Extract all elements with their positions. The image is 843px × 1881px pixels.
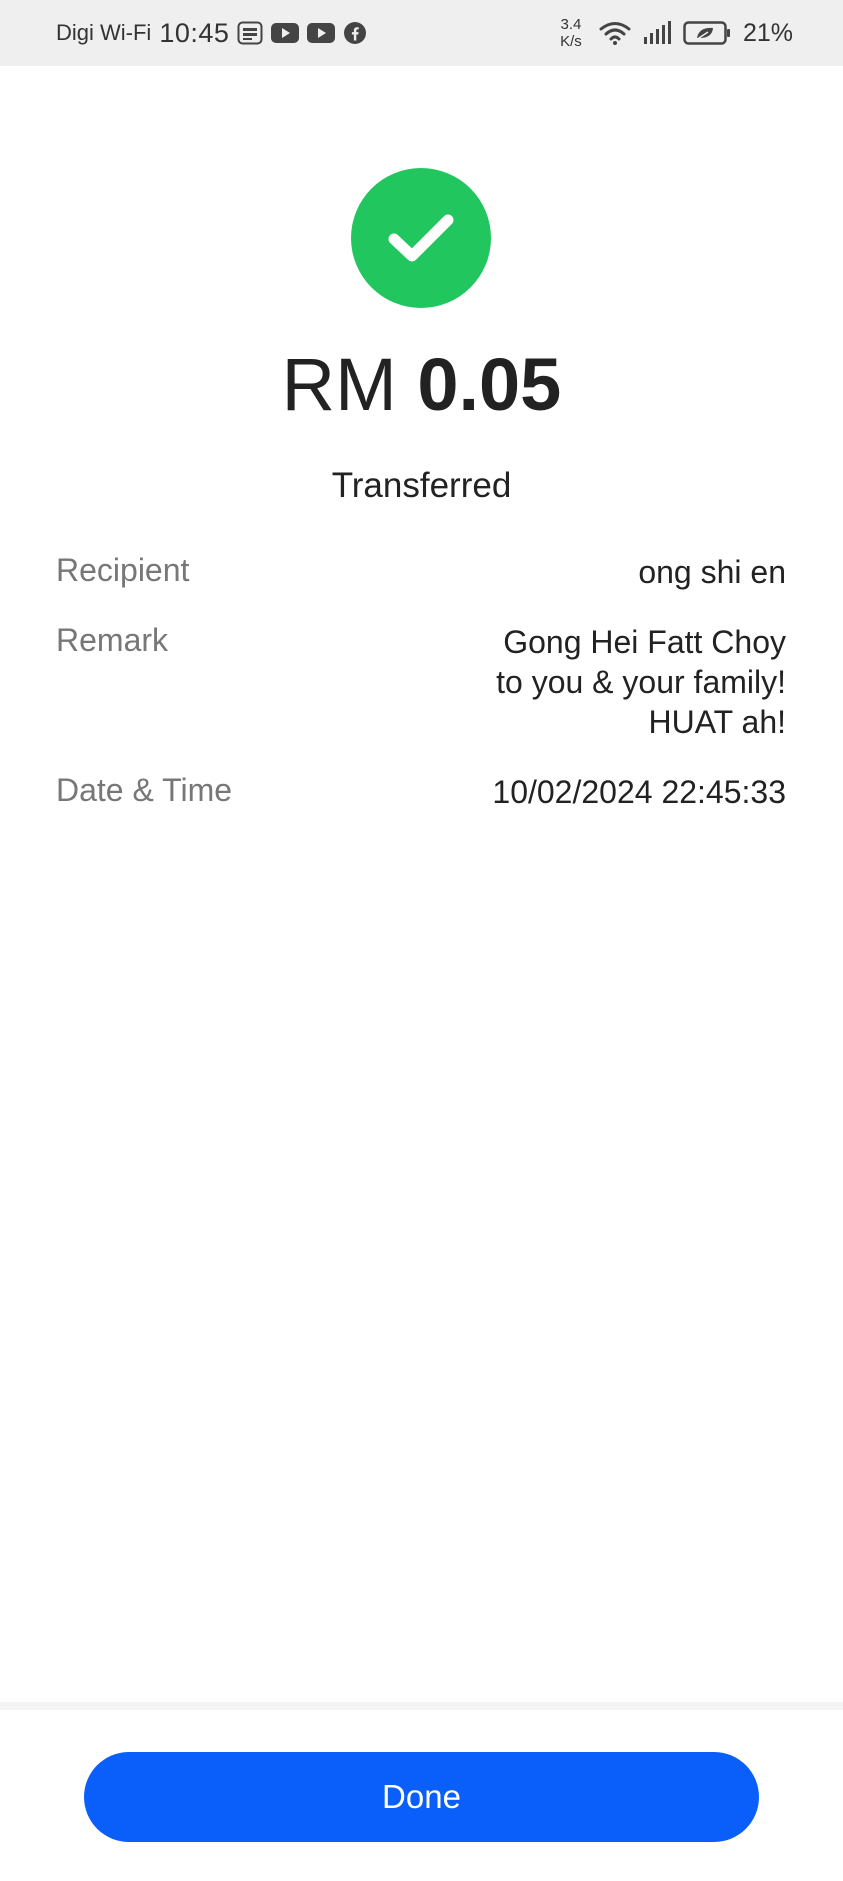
recipient-value: ong shi en [638,554,786,590]
recipient-row: Recipient ong shi en [56,552,786,592]
done-button[interactable]: Done [84,1752,759,1842]
battery-percentage: 21% [742,18,793,47]
status-bar-right: 3.4 K/s 21% [555,0,793,66]
status-bar: Digi Wi-Fi 10:45 3.4 K/s 21% [0,0,843,66]
clock: 10:45 [159,17,230,48]
recipient-label: Recipient [56,552,190,588]
status-bar-left: Digi Wi-Fi 10:45 [56,0,367,66]
touch-n-go-icon [237,20,263,46]
network-speed: 3.4 K/s [555,16,587,50]
wifi-icon [599,20,631,46]
datetime-label: Date & Time [56,772,233,808]
success-check-badge [351,168,491,308]
transfer-amount: RM 0.05 [0,340,843,430]
remark-row: Remark Gong Hei Fatt Choy to you & your … [56,622,786,742]
checkmark-icon [388,214,454,262]
currency-label: RM [281,343,397,426]
network-speed-unit: K/s [560,33,582,50]
youtube-icon [307,22,336,44]
remark-label: Remark [56,622,169,658]
youtube-icon [271,22,300,44]
bottom-action-bar: Done [0,1702,843,1881]
datetime-value: 10/02/2024 22:45:33 [492,774,786,810]
amount-value: 0.05 [417,343,562,426]
battery-icon [683,20,731,46]
transfer-status: Transferred [331,466,512,505]
signal-icon [643,21,671,45]
network-speed-value: 3.4 [560,16,582,33]
facebook-icon [343,21,367,45]
carrier-label: Digi Wi-Fi [56,20,152,45]
remark-value: Gong Hei Fatt Choy to you & your family!… [496,624,786,740]
datetime-row: Date & Time 10/02/2024 22:45:33 [56,772,786,812]
